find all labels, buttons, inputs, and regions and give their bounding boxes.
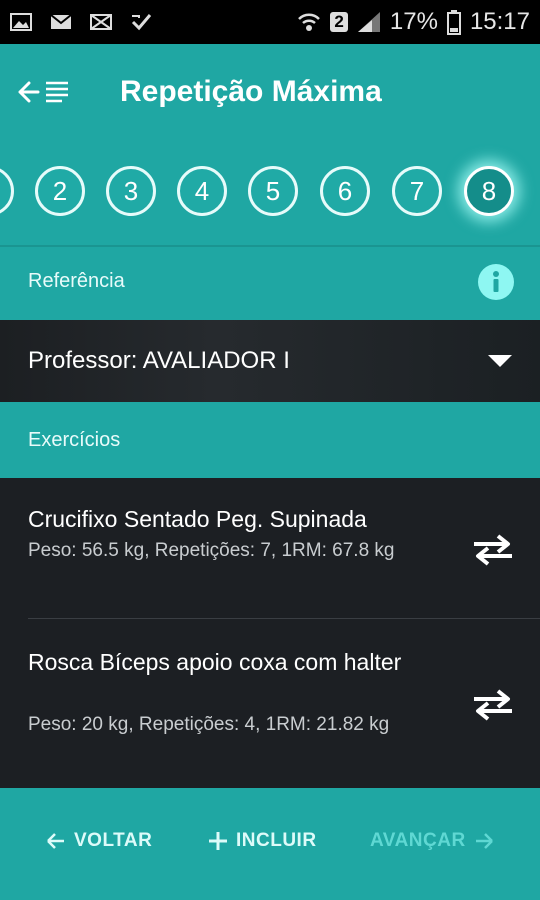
professor-value: Professor: AVALIADOR I bbox=[28, 347, 290, 374]
arrow-right-icon bbox=[475, 833, 493, 849]
exercise-list: Crucifixo Sentado Peg. Supinada Peso: 56… bbox=[0, 478, 540, 788]
reference-label: Referência bbox=[28, 270, 125, 292]
chevron-down-icon bbox=[488, 355, 512, 367]
list-item[interactable]: Crucifixo Sentado Peg. Supinada Peso: 56… bbox=[0, 478, 540, 619]
step-8-active[interactable]: 8 bbox=[464, 166, 514, 216]
back-label: VOLTAR bbox=[74, 830, 153, 851]
system-status: 2 17% 15:17 bbox=[296, 8, 530, 36]
exercise-name: Rosca Bíceps apoio coxa com halter bbox=[28, 649, 402, 675]
checkbox-icon bbox=[131, 14, 152, 31]
back-menu-button[interactable] bbox=[18, 72, 78, 112]
professor-dropdown[interactable]: Professor: AVALIADOR I bbox=[0, 320, 540, 402]
gallery-icon bbox=[10, 13, 32, 31]
step-previous[interactable] bbox=[0, 166, 14, 216]
back-arrow-icon bbox=[18, 81, 68, 103]
step-3[interactable]: 3 bbox=[106, 166, 156, 216]
next-button[interactable]: AVANÇAR bbox=[370, 830, 494, 852]
back-button[interactable]: VOLTAR bbox=[46, 830, 152, 852]
step-6[interactable]: 6 bbox=[320, 166, 370, 216]
next-label: AVANÇAR bbox=[370, 830, 466, 851]
exercises-label: Exercícios bbox=[28, 429, 121, 451]
step-4[interactable]: 4 bbox=[177, 166, 227, 216]
swap-icon[interactable] bbox=[470, 530, 516, 570]
plus-icon bbox=[209, 832, 227, 850]
step-7[interactable]: 7 bbox=[392, 166, 442, 216]
app-bar: Repetição Máxima bbox=[0, 44, 540, 140]
status-bar: 2 17% 15:17 bbox=[0, 0, 540, 44]
list-item[interactable]: Rosca Bíceps apoio coxa com halter Peso:… bbox=[0, 619, 540, 788]
sim-badge: 2 bbox=[330, 12, 348, 32]
page-title: Repetição Máxima bbox=[120, 75, 382, 108]
add-button[interactable]: INCLUIR bbox=[208, 830, 317, 852]
notification-icons bbox=[10, 13, 152, 31]
battery-icon bbox=[446, 10, 461, 35]
add-label: INCLUIR bbox=[236, 830, 317, 851]
gmail-icon bbox=[50, 14, 72, 29]
exercise-name: Crucifixo Sentado Peg. Supinada bbox=[28, 506, 367, 532]
battery-percent: 17% bbox=[389, 8, 438, 35]
mail-icon bbox=[90, 14, 112, 30]
info-icon[interactable] bbox=[478, 264, 514, 300]
wifi-icon bbox=[298, 13, 321, 31]
signal-icon bbox=[357, 12, 380, 32]
step-indicator: 2 3 4 5 6 7 8 bbox=[0, 140, 540, 246]
exercise-detail: Peso: 56.5 kg, Repetições: 7, 1RM: 67.8 … bbox=[28, 540, 395, 561]
step-5[interactable]: 5 bbox=[248, 166, 298, 216]
exercise-detail: Peso: 20 kg, Repetições: 4, 1RM: 21.82 k… bbox=[28, 714, 390, 735]
step-2[interactable]: 2 bbox=[35, 166, 85, 216]
divider bbox=[0, 245, 540, 247]
swap-icon[interactable] bbox=[470, 685, 516, 725]
arrow-left-icon bbox=[47, 833, 64, 849]
clock: 15:17 bbox=[469, 8, 530, 35]
